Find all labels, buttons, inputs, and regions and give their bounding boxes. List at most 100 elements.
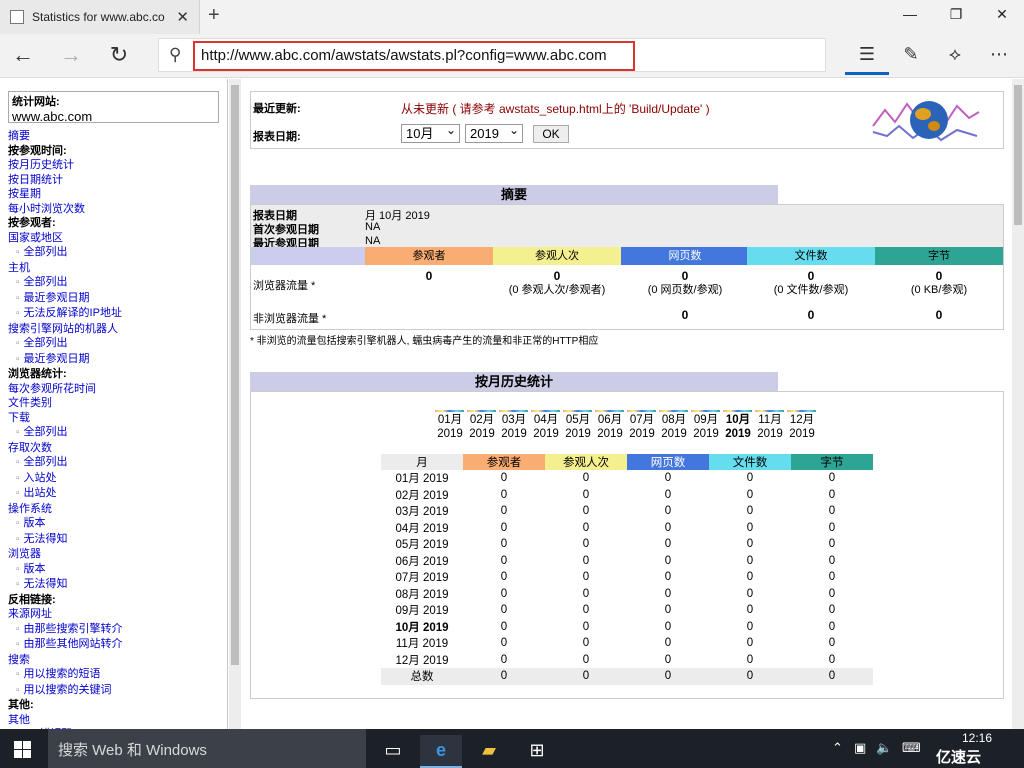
keyboard-icon[interactable]: ⌨: [902, 740, 921, 756]
sidebar-link[interactable]: 最近参观日期: [8, 291, 227, 307]
table-cell: 0: [746, 554, 754, 567]
file-explorer-icon[interactable]: ▰: [468, 735, 510, 768]
month-label: 09月 2019: [690, 413, 722, 441]
sidebar-link[interactable]: 国家或地区: [8, 231, 227, 246]
main-scrollbar[interactable]: [1012, 79, 1024, 729]
sidebar-link[interactable]: 下载: [8, 411, 227, 426]
traffic-number: 0: [935, 308, 943, 322]
browser-tab[interactable]: Statistics for www.abc.co ✕: [0, 0, 200, 34]
sidebar-link[interactable]: 搜索: [8, 653, 227, 668]
sidebar-link[interactable]: 无法反解译的IP地址: [8, 306, 227, 322]
share-icon[interactable]: ⟡: [942, 44, 968, 65]
month-year: 2019: [501, 428, 527, 440]
network-icon[interactable]: ▣: [854, 740, 866, 756]
sidebar-link[interactable]: 按星期: [8, 187, 227, 202]
minimize-icon[interactable]: —: [900, 6, 920, 22]
ok-button[interactable]: OK: [533, 125, 569, 143]
last-update-value: 从未更新 ( 请参考 awstats_setup.html上的 'Build/U…: [401, 102, 710, 116]
sidebar-link[interactable]: 无法得知: [8, 532, 227, 548]
windows-start-icon[interactable]: [14, 741, 31, 758]
edge-icon[interactable]: e: [420, 735, 462, 768]
forward-icon[interactable]: →: [56, 42, 86, 68]
month-bar: [659, 410, 688, 412]
volume-icon[interactable]: 🔈: [876, 740, 892, 756]
sidebar-link[interactable]: 按日期统计: [8, 173, 227, 188]
awstats-logo: [872, 101, 980, 142]
scroll-thumb[interactable]: [231, 85, 239, 665]
sidebar-link[interactable]: 用以搜索的短语: [8, 667, 227, 683]
address-bar[interactable]: ⚲ http://www.abc.com/awstats/awstats.pl?…: [158, 38, 826, 72]
table-row: 02月 2019 0 0 0 0 0: [381, 487, 873, 504]
sidebar-link[interactable]: 全部列出: [8, 275, 227, 291]
month-select[interactable]: 10月: [401, 122, 460, 143]
table-cell: 0: [500, 505, 508, 518]
sidebar-link[interactable]: 版本: [8, 562, 227, 578]
restore-icon[interactable]: ❐: [946, 6, 966, 23]
sidebar-link[interactable]: 由那些搜索引擎转介: [8, 622, 227, 638]
more-icon[interactable]: ⋯: [986, 44, 1012, 65]
show-hidden-icon[interactable]: ⌃: [832, 740, 843, 756]
month-label: 10月 2019: [722, 413, 754, 441]
year-select[interactable]: 2019: [465, 122, 523, 143]
sidebar-link[interactable]: 来源网址: [8, 607, 227, 622]
table-cell: 0: [582, 587, 590, 600]
sidebar-link[interactable]: 浏览器: [8, 547, 227, 562]
table-cell: 0: [746, 604, 754, 617]
month-label: 05月 2019: [562, 413, 594, 441]
sidebar-link[interactable]: 文件类别: [8, 396, 227, 411]
sidebar-link[interactable]: 用以搜索的关键词: [8, 683, 227, 699]
month-year: 2019: [629, 428, 655, 440]
search-icon: ⚲: [169, 45, 182, 64]
url-field[interactable]: http://www.abc.com/awstats/awstats.pl?co…: [193, 41, 635, 71]
table-row: 12月 2019 0 0 0 0 0: [381, 652, 873, 669]
sidebar-link[interactable]: 搜索引擎网站的机器人: [8, 322, 227, 337]
sidebar-link[interactable]: 操作系统: [8, 502, 227, 517]
sidebar-link[interactable]: 其他: [8, 713, 227, 728]
summary-box: 报表日期 月 10月 2019 首次参观日期 NA 最近参观日期 NA 参观者 0…: [250, 204, 1004, 330]
monthly-title: 按月历史统计: [250, 372, 778, 391]
sidebar-link[interactable]: 存取次数: [8, 441, 227, 456]
sidebar-link[interactable]: 全部列出: [8, 245, 227, 261]
sidebar-link[interactable]: 每小时浏览次数: [8, 202, 227, 217]
sidebar-link[interactable]: 全部列出: [8, 455, 227, 471]
hub-active-indicator: [845, 72, 889, 75]
new-tab-icon[interactable]: +: [208, 4, 220, 27]
sidebar-scrollbar[interactable]: [229, 79, 241, 729]
sidebar-link[interactable]: 由那些其他网站转介: [8, 637, 227, 653]
sidebar-link[interactable]: 摘要: [8, 129, 227, 144]
close-tab-icon[interactable]: ✕: [176, 8, 189, 26]
sidebar-link[interactable]: 无法得知: [8, 577, 227, 593]
store-icon[interactable]: ⊞: [516, 735, 558, 768]
taskbar-search[interactable]: 搜索 Web 和 Windows: [48, 729, 366, 768]
refresh-icon[interactable]: ↻: [104, 42, 134, 68]
table-cell: 0: [582, 620, 590, 633]
sidebar-link[interactable]: 全部列出: [8, 336, 227, 352]
sidebar-link[interactable]: 每次参观所花时间: [8, 382, 227, 397]
table-cell: 0: [582, 521, 590, 534]
web-note-icon[interactable]: ✎: [898, 44, 924, 65]
table-cell: 04月 2019: [395, 522, 449, 535]
table-cell: 0: [828, 538, 836, 551]
table-cell: 0: [828, 554, 836, 567]
back-icon[interactable]: ←: [8, 42, 38, 68]
scroll-thumb[interactable]: [1014, 85, 1022, 225]
table-cell: 0: [664, 505, 672, 518]
sidebar-link[interactable]: 主机: [8, 261, 227, 276]
sidebar-link[interactable]: 最近参观日期: [8, 352, 227, 368]
total-cell: 0: [463, 668, 545, 685]
month-year: 2019: [533, 428, 559, 440]
table-cell: 0: [582, 653, 590, 666]
sidebar-link[interactable]: 出站处: [8, 486, 227, 502]
month-year: 2019: [757, 428, 783, 440]
clock[interactable]: 12:16: [962, 731, 992, 745]
month-bar: [755, 410, 784, 412]
window-close-icon[interactable]: ✕: [992, 6, 1012, 23]
sidebar-link[interactable]: 版本: [8, 516, 227, 532]
sidebar-link[interactable]: 全部列出: [8, 425, 227, 441]
sidebar-link[interactable]: 入站处: [8, 471, 227, 487]
hub-icon[interactable]: ☰: [854, 44, 880, 65]
sidebar-link[interactable]: 按月历史统计: [8, 158, 227, 173]
table-cell: 0: [500, 488, 508, 501]
main-content: 最近更新: 从未更新 ( 请参考 awstats_setup.html上的 'B…: [242, 79, 1012, 729]
task-view-icon[interactable]: ▭: [372, 735, 414, 768]
